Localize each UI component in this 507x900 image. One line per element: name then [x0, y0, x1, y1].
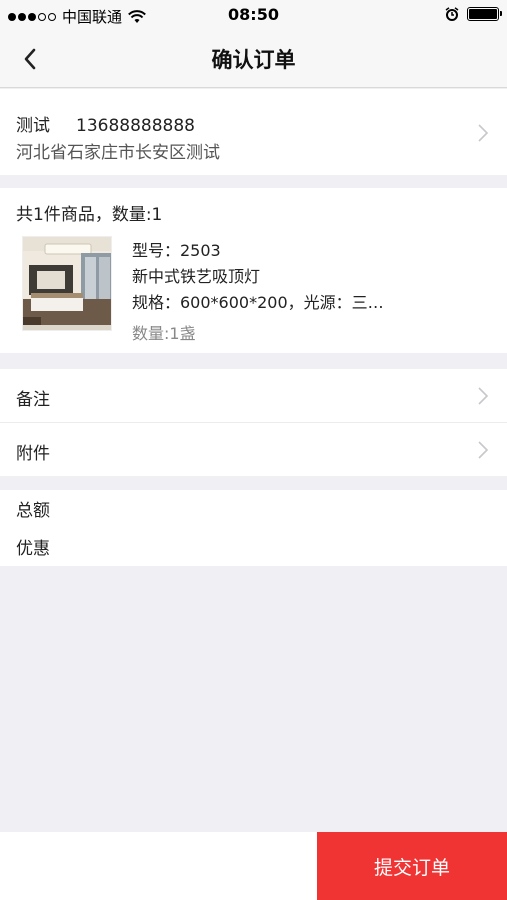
recipient-name: 测试	[16, 116, 50, 136]
attachment-row[interactable]: 附件	[0, 423, 507, 476]
chevron-right-icon	[478, 441, 489, 459]
product-model: 型号：2503	[132, 241, 221, 260]
product-spec: 规格：600*600*200，光源：三…	[132, 293, 384, 312]
status-bar: 中国联通 08:50	[0, 0, 507, 30]
nav-bar: 确认订单	[0, 30, 507, 88]
discount-label: 优惠	[16, 539, 50, 559]
clock-label: 08:50	[228, 5, 279, 24]
product-quantity: 数量:1盏	[132, 324, 196, 343]
address-detail: 河北省石家庄市长安区测试	[16, 143, 220, 163]
product-thumbnail[interactable]	[22, 236, 112, 331]
goods-card: 共1件商品，数量:1 型号：2503 新中式铁艺吸顶灯 规格：600*600*2…	[0, 188, 507, 353]
chevron-right-icon	[478, 387, 489, 405]
totals-card: 总额 优惠	[0, 490, 507, 566]
address-card[interactable]: 测试 13688888888 河北省石家庄市长安区测试	[0, 89, 507, 175]
remark-label: 备注	[16, 390, 50, 410]
options-card: 备注 附件	[0, 369, 507, 476]
back-button[interactable]	[14, 43, 46, 75]
alarm-icon	[445, 7, 459, 21]
bottom-bar: 提交订单	[0, 832, 507, 900]
product-image	[23, 237, 111, 330]
product-name: 新中式铁艺吸顶灯	[132, 267, 261, 286]
battery-icon	[467, 7, 502, 21]
attachment-label: 附件	[16, 444, 50, 464]
status-right	[445, 7, 502, 21]
page-title: 确认订单	[211, 48, 296, 72]
recipient-line: 测试 13688888888	[16, 111, 195, 136]
goods-summary: 共1件商品，数量:1	[16, 205, 163, 225]
product-info: 型号：2503 新中式铁艺吸顶灯 规格：600*600*200，光源：三… 数量…	[132, 238, 432, 347]
remark-row[interactable]: 备注	[0, 369, 507, 423]
chevron-left-icon	[24, 48, 36, 70]
total-label: 总额	[16, 501, 50, 521]
recipient-phone: 13688888888	[76, 116, 195, 136]
submit-order-button[interactable]: 提交订单	[317, 832, 507, 900]
chevron-right-icon	[478, 124, 489, 142]
